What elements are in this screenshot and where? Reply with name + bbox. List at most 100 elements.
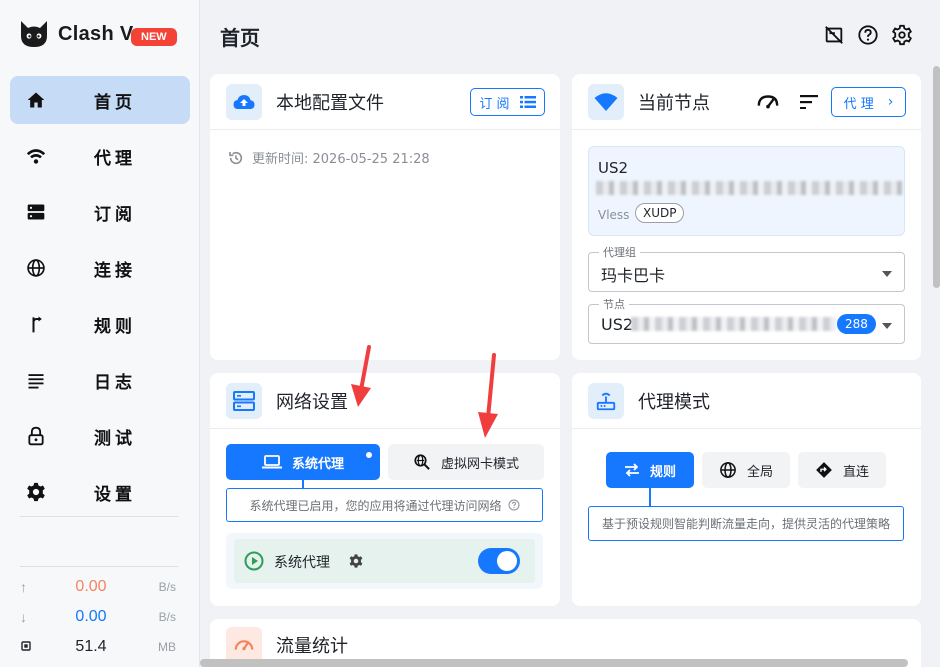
memory-unit: MB — [158, 640, 176, 654]
sidebar-divider — [20, 566, 178, 567]
mode-hint: 基于预设规则智能判断流量走向，提供灵活的代理策略 — [588, 506, 904, 541]
sort-icon[interactable] — [800, 95, 818, 109]
wifi-icon — [24, 144, 48, 168]
annotation-arrow-icon — [478, 353, 498, 438]
arrow-down-icon: ↓ — [20, 609, 27, 625]
annotation-arrow-icon — [351, 345, 371, 407]
arrow-up-icon: ↑ — [20, 579, 27, 595]
sidebar-item-label: 代理 — [94, 148, 136, 169]
subscribe-label: 订 阅 — [479, 96, 510, 112]
memory-icon — [20, 639, 36, 655]
proxy-page-label: 代 理 — [843, 96, 874, 112]
sidebar-item-test[interactable]: 测试 — [10, 412, 190, 460]
storage-icon — [24, 200, 48, 224]
network-settings-title: 网络设置 — [276, 391, 348, 413]
sidebar-item-subscription[interactable]: 订阅 — [10, 188, 190, 236]
current-node-card: 当前节点 代 理 › US2 Vless XUDP 代理组 玛卡巴卡 节点 US… — [572, 74, 921, 360]
node-count-badge: 288 — [837, 314, 876, 334]
download-unit: B/s — [158, 610, 176, 624]
sidebar-item-label: 测试 — [94, 428, 136, 449]
node-name: US2 — [598, 159, 629, 177]
node-select[interactable]: 节点 US2 288 — [588, 296, 905, 344]
dns-icon — [226, 382, 262, 419]
caret-down-icon — [882, 271, 892, 277]
help-icon — [508, 499, 520, 511]
history-icon — [228, 150, 244, 166]
node-info-box[interactable]: US2 Vless XUDP — [588, 146, 905, 236]
app-brand: Clash V — [18, 16, 133, 52]
list-icon — [24, 368, 48, 392]
settings-gear-icon[interactable] — [890, 23, 914, 47]
update-time: 更新时间: 2026-05-25 21:28 — [252, 152, 430, 167]
system-proxy-toggle[interactable] — [478, 548, 520, 574]
download-speed: ↓ 0.00 B/s — [20, 602, 180, 632]
search-globe-icon — [413, 453, 431, 471]
node-select-label: 节点 — [599, 296, 629, 312]
upload-unit: B/s — [158, 580, 176, 594]
download-value: 0.00 — [75, 608, 107, 625]
sidebar-divider — [20, 516, 178, 517]
sidebar-item-settings[interactable]: 设置 — [10, 468, 190, 516]
redacted-node-name — [631, 317, 836, 331]
gear-icon — [24, 480, 48, 504]
memory-usage: 51.4 MB — [20, 632, 180, 662]
network-hint-text: 系统代理已启用，您的应用将通过代理访问网络 — [249, 498, 502, 513]
node-tag: XUDP — [635, 203, 685, 223]
proxy-group-value: 玛卡巴卡 — [601, 266, 666, 285]
proxy-mode-card: 代理模式 规则 全局 直连 基于预设规则智能判断流量走向，提供灵活的代理策略 — [572, 373, 921, 606]
update-time-row: 更新时间: 2026-05-25 21:28 — [228, 148, 430, 167]
current-node-title: 当前节点 — [638, 92, 710, 114]
system-proxy-row: 系统代理 — [234, 539, 535, 583]
network-settings-header: 网络设置 — [210, 373, 560, 429]
caret-down-icon — [882, 323, 892, 329]
sidebar-item-label: 日志 — [94, 372, 136, 393]
system-proxy-tab[interactable]: 系统代理 — [226, 444, 380, 480]
toggle-knob — [497, 551, 517, 571]
list-icon — [519, 95, 536, 109]
system-proxy-tab-label: 系统代理 — [291, 456, 344, 472]
proxy-group-select[interactable]: 代理组 玛卡巴卡 — [588, 244, 905, 292]
laptop-icon — [261, 455, 282, 469]
horizontal-scrollbar[interactable] — [200, 659, 908, 667]
sidebar-item-logs[interactable]: 日志 — [10, 356, 190, 404]
globe-icon — [24, 256, 48, 280]
node-select-value: US2 — [601, 315, 634, 334]
mode-hint-text: 基于预设规则智能判断流量走向，提供灵活的代理策略 — [601, 517, 890, 531]
mode-rule-button[interactable]: 规则 — [606, 452, 694, 488]
swap-icon — [624, 463, 640, 477]
mode-global-label: 全局 — [746, 464, 773, 480]
upload-speed: ↑ 0.00 B/s — [20, 572, 180, 602]
sidebar-item-proxy[interactable]: 代理 — [10, 132, 190, 180]
mode-global-button[interactable]: 全局 — [702, 452, 790, 488]
page-title: 首页 — [220, 26, 260, 50]
system-proxy-label: 系统代理 — [274, 555, 330, 571]
fork-icon — [24, 312, 48, 336]
subscribe-button[interactable]: 订 阅 — [470, 88, 545, 116]
proxy-settings-gear-icon[interactable] — [348, 553, 364, 569]
no-proxy-icon[interactable] — [822, 23, 846, 47]
mode-direct-button[interactable]: 直连 — [798, 452, 886, 488]
globe-icon — [719, 461, 737, 479]
sidebar-item-label: 订阅 — [94, 204, 136, 225]
sidebar-item-label: 首页 — [94, 92, 136, 113]
router-icon — [588, 382, 624, 419]
active-dot — [366, 452, 372, 458]
node-type: Vless — [598, 208, 630, 222]
speed-test-icon[interactable] — [757, 92, 779, 112]
wifi-icon — [588, 83, 624, 120]
sidebar-item-rules[interactable]: 规则 — [10, 300, 190, 348]
cloud-upload-icon — [226, 83, 262, 120]
vertical-scrollbar[interactable] — [933, 66, 940, 288]
sidebar-item-connections[interactable]: 连接 — [10, 244, 190, 292]
tun-mode-tab[interactable]: 虚拟网卡模式 — [388, 444, 544, 480]
sidebar-nav: 首页 代理 订阅 连接 规则 日志 测试 设置 — [10, 76, 190, 524]
profile-card: 本地配置文件 订 阅 更新时间: 2026-05-25 21:28 — [210, 74, 560, 360]
proxy-page-button[interactable]: 代 理 › — [831, 87, 906, 117]
proxy-group-label: 代理组 — [599, 244, 640, 260]
proxy-mode-header: 代理模式 — [572, 373, 921, 429]
sidebar-item-home[interactable]: 首页 — [10, 76, 190, 124]
help-icon[interactable] — [856, 23, 880, 47]
system-proxy-row-wrap: 系统代理 — [226, 533, 543, 589]
traffic-stats-title: 流量统计 — [276, 636, 348, 657]
play-circle-icon — [244, 551, 264, 571]
